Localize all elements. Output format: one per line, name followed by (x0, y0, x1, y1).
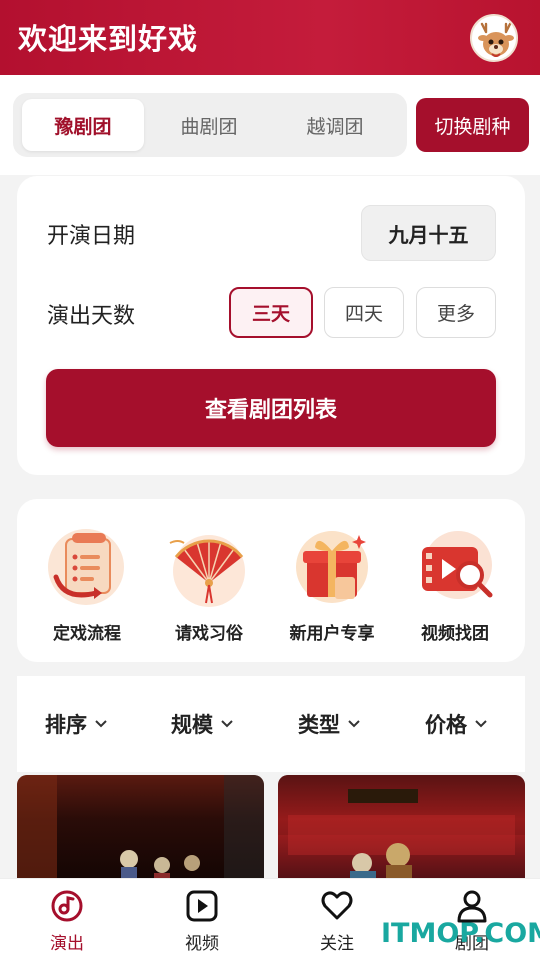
feature-label: 请戏习俗 (175, 624, 243, 644)
music-disc-icon (51, 890, 83, 922)
feature-video-find-troupe[interactable]: 视频找团 (395, 521, 515, 651)
sort-label: 排序 (45, 713, 87, 737)
heart-icon (321, 891, 353, 920)
troupe-video-thumbnail[interactable] (278, 775, 525, 885)
welcome-title: 欢迎来到好戏 (18, 22, 199, 56)
date-label: 开演日期 (47, 224, 136, 249)
days-option-four[interactable]: 四天 (324, 287, 404, 338)
chevron-down-icon (95, 720, 107, 728)
view-troupe-list-button[interactable]: 查看剧团列表 (46, 369, 496, 447)
feature-booking-process[interactable]: 定戏流程 (27, 521, 147, 651)
chevron-down-icon (221, 720, 233, 728)
gift-box-icon (296, 531, 368, 603)
sort-dropdown-price[interactable]: 价格 (425, 708, 487, 740)
days-label: 演出天数 (47, 304, 136, 329)
nav-videos[interactable]: 视频 (162, 889, 242, 955)
sort-label: 价格 (425, 713, 467, 737)
nav-label: 视频 (185, 934, 219, 954)
date-picker[interactable]: 九月十五 (361, 205, 496, 261)
sort-dropdown-type[interactable]: 类型 (298, 708, 360, 740)
sort-dropdown-scale[interactable]: 规模 (171, 708, 233, 740)
nav-label: 演出 (50, 934, 84, 954)
nav-following[interactable]: 关注 (297, 889, 377, 955)
feature-new-user-gift[interactable]: 新用户专享 (272, 521, 392, 651)
tab-yuediao-opera[interactable]: 越调团 (274, 99, 396, 151)
chevron-down-icon (348, 720, 360, 728)
sort-label: 类型 (298, 713, 340, 737)
filter-card: 开演日期 九月十五 演出天数 三天 四天 更多 查看剧团列表 (17, 176, 525, 475)
days-option-three[interactable]: 三天 (229, 287, 313, 338)
chevron-down-icon (475, 720, 487, 728)
video-search-icon (422, 531, 493, 599)
days-option-more[interactable]: 更多 (416, 287, 496, 338)
troupe-tabs-section: 豫剧团 曲剧团 越调团 切换剧种 (0, 75, 540, 175)
play-icon (186, 890, 218, 922)
feature-label: 定戏流程 (53, 624, 121, 644)
switch-opera-button[interactable]: 切换剧种 (416, 98, 529, 152)
feature-opera-customs[interactable]: 请戏习俗 (149, 521, 269, 651)
sort-dropdown-order[interactable]: 排序 (45, 708, 107, 740)
nav-label: 关注 (320, 934, 354, 954)
app-screen: 欢迎来到好戏 豫剧团 曲剧团 越调团 切换剧种 开演日期 九月十五 演出天数 三… (0, 0, 540, 960)
sort-label: 规模 (171, 713, 213, 737)
features-card: 定戏流程 请戏习俗 新用户专享 视频找团 (17, 499, 525, 662)
troupe-video-thumbnail[interactable] (17, 775, 264, 885)
top-header: 欢迎来到好戏 (0, 0, 540, 75)
feature-label: 新用户专享 (289, 624, 375, 644)
site-watermark: ITMOP.COM (381, 918, 540, 949)
sort-bar: 排序 规模 类型 价格 (17, 676, 525, 772)
deer-avatar-icon[interactable] (470, 14, 518, 62)
nav-performances[interactable]: 演出 (27, 889, 107, 955)
feature-label: 视频找团 (421, 624, 489, 644)
scroll-process-icon (48, 529, 124, 605)
fan-custom-icon (169, 535, 245, 607)
tab-yu-opera[interactable]: 豫剧团 (22, 99, 144, 151)
tab-qu-opera[interactable]: 曲剧团 (148, 99, 270, 151)
